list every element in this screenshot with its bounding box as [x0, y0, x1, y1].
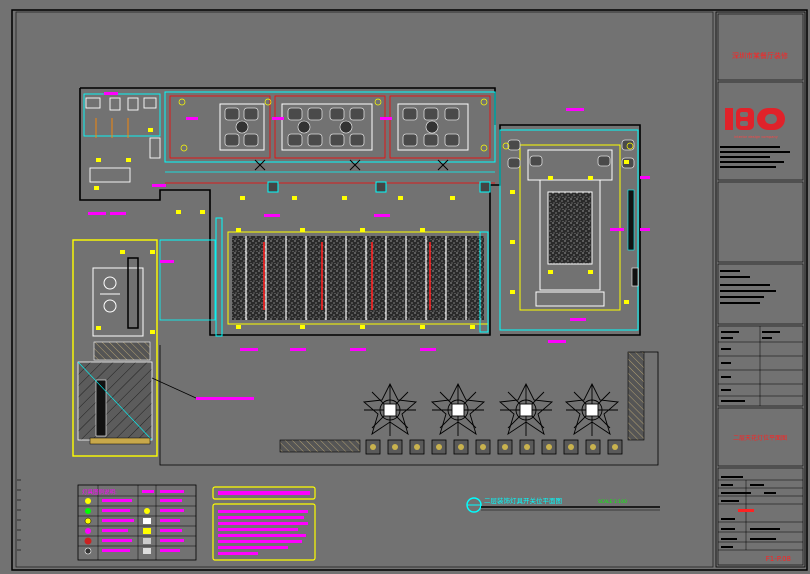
- revision-labels: [721, 331, 780, 402]
- company-logo: [725, 108, 785, 130]
- umbrella-tables: [362, 382, 620, 436]
- cad-drawing-sheet: 灯具图例说明: 二层装饰灯具开关位平面图 SCALE 1:100 深圳市某餐厅装…: [0, 0, 810, 574]
- project-name: 深圳市某餐厅装修: [732, 51, 788, 60]
- plan-title: 二层装饰灯具开关位平面图: [484, 496, 562, 505]
- umbrella-1: [362, 382, 418, 436]
- sheet-title: 二层天花灯位平面图: [733, 434, 787, 442]
- lobby-wing: [72, 239, 216, 457]
- company-subtitle: interior design company: [734, 135, 779, 139]
- umbrella-3: [498, 382, 554, 436]
- room-tables: [235, 120, 439, 134]
- notes-boxes: [212, 486, 316, 561]
- private-rooms-row: [164, 91, 496, 163]
- vip-chairs: [507, 139, 635, 169]
- threshold-strip: [89, 437, 151, 445]
- vip-wall-panel: [627, 189, 635, 251]
- binding-ticks: [17, 479, 21, 551]
- columns: [267, 181, 491, 193]
- vip-door: [631, 267, 639, 287]
- main-hall: [227, 231, 489, 325]
- planter: [627, 351, 645, 441]
- planter-dots: [370, 444, 618, 450]
- sheet-number: F1-P.08: [766, 555, 791, 563]
- sheet-stamp: [738, 509, 754, 512]
- client-info-lines: [720, 270, 776, 304]
- umbrella-2: [430, 382, 486, 436]
- scale-note: SCALE 1:100: [598, 499, 627, 505]
- drawing-canvas: 灯具图例说明: 二层装饰灯具开关位平面图 SCALE 1:100 深圳市某餐厅装…: [11, 9, 808, 571]
- legend-table: [77, 484, 197, 561]
- umbrella-4: [564, 382, 620, 436]
- planter-boxes: [365, 439, 623, 455]
- company-info-lines: [720, 146, 790, 168]
- legend-title: 灯具图例说明:: [82, 488, 117, 496]
- corridor: [165, 171, 495, 184]
- title-block: [715, 11, 806, 568]
- leader-line: [151, 377, 197, 399]
- service-area: [83, 93, 161, 183]
